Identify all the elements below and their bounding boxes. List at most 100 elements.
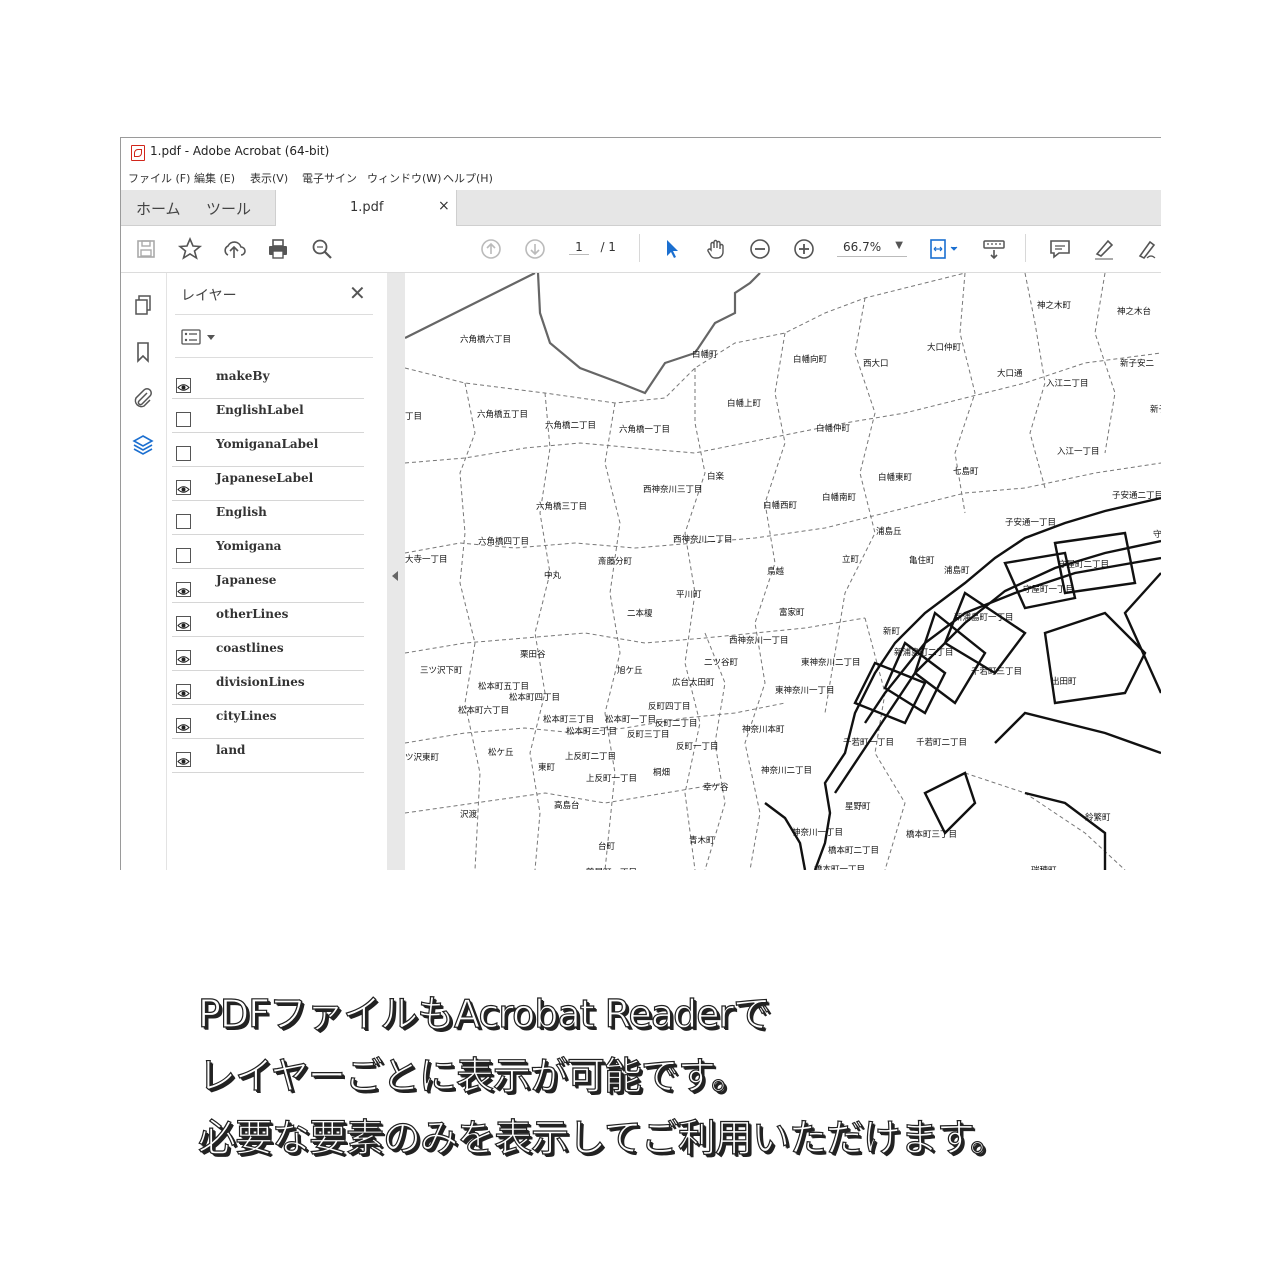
hand-tool-icon[interactable] bbox=[703, 236, 729, 262]
map-place-label: 子安通一丁目 bbox=[1005, 518, 1057, 528]
tab-close-icon[interactable]: × bbox=[438, 198, 450, 214]
panel-divider bbox=[175, 314, 373, 315]
menu-file[interactable]: ファイル (F) bbox=[128, 170, 190, 186]
layer-row[interactable]: land bbox=[172, 739, 364, 773]
layer-row[interactable]: Yomigana bbox=[172, 535, 364, 569]
collapse-left-icon[interactable] bbox=[392, 571, 398, 581]
layer-visibility-checkbox[interactable] bbox=[176, 752, 191, 767]
map-place-label: 新子 bbox=[1150, 405, 1161, 415]
menu-help[interactable]: ヘルプ(H) bbox=[443, 170, 493, 186]
save-icon[interactable] bbox=[133, 236, 159, 262]
tab-tools[interactable]: ツール bbox=[206, 198, 251, 219]
prev-page-icon[interactable] bbox=[478, 236, 504, 262]
print-icon[interactable] bbox=[265, 236, 291, 262]
zoom-in-icon[interactable] bbox=[791, 236, 817, 262]
layer-visibility-checkbox[interactable] bbox=[176, 718, 191, 733]
layer-visibility-checkbox[interactable] bbox=[176, 616, 191, 631]
layer-name: land bbox=[216, 743, 246, 757]
zoom-select[interactable]: 66.7% ▼ bbox=[837, 240, 907, 257]
tab-bar: ホーム ツール 1.pdf × bbox=[121, 190, 1161, 226]
layer-visibility-checkbox[interactable] bbox=[176, 446, 191, 461]
map-place-label: 松本町六丁目 bbox=[458, 706, 510, 716]
map-place-label: 上反町一丁目 bbox=[586, 774, 638, 784]
page-indicator: 1 / 1 bbox=[569, 240, 616, 255]
select-cursor-icon[interactable] bbox=[659, 236, 685, 262]
title-bar: 1.pdf - Adobe Acrobat (64-bit) bbox=[121, 138, 1161, 166]
map-place-label: 鈴繁町 bbox=[1085, 813, 1111, 823]
eye-icon bbox=[177, 588, 190, 595]
map-place-label: 白幡東町 bbox=[878, 473, 913, 483]
layer-name: cityLines bbox=[216, 709, 277, 723]
star-icon[interactable] bbox=[177, 236, 203, 262]
bookmark-icon[interactable] bbox=[131, 340, 155, 364]
layer-row[interactable]: JapaneseLabel bbox=[172, 467, 364, 501]
window-title: 1.pdf - Adobe Acrobat (64-bit) bbox=[150, 144, 330, 158]
map-place-label: 立町 bbox=[842, 555, 860, 565]
layer-visibility-checkbox[interactable] bbox=[176, 650, 191, 665]
layer-row[interactable]: YomiganaLabel bbox=[172, 433, 364, 467]
layers-icon[interactable] bbox=[131, 433, 155, 457]
layer-visibility-checkbox[interactable] bbox=[176, 684, 191, 699]
zoom-out-icon[interactable] bbox=[747, 236, 773, 262]
map-place-label: 白幡西町 bbox=[763, 501, 798, 511]
map-place-label: 白幡南町 bbox=[822, 493, 857, 503]
layer-visibility-checkbox[interactable] bbox=[176, 514, 191, 529]
map-place-label: 新子安二 bbox=[1120, 359, 1155, 369]
attachment-icon[interactable] bbox=[131, 386, 155, 410]
layer-row[interactable]: makeBy bbox=[172, 365, 364, 399]
map-place-label: 松本町二丁目 bbox=[566, 727, 618, 737]
layer-row[interactable]: English bbox=[172, 501, 364, 535]
map-place-label: 松本町四丁目 bbox=[509, 693, 561, 703]
map-place-label: 守屋町一丁目 bbox=[1023, 585, 1075, 595]
comment-icon[interactable] bbox=[1047, 236, 1073, 262]
layer-visibility-checkbox[interactable] bbox=[176, 480, 191, 495]
layer-visibility-checkbox[interactable] bbox=[176, 378, 191, 393]
menu-window[interactable]: ウィンドウ(W) bbox=[367, 170, 441, 186]
layer-visibility-checkbox[interactable] bbox=[176, 548, 191, 563]
map-place-label: 六角橋一丁目 bbox=[619, 425, 671, 435]
page-thumbnails-icon[interactable] bbox=[131, 293, 155, 317]
layer-row[interactable]: cityLines bbox=[172, 705, 364, 739]
layer-visibility-checkbox[interactable] bbox=[176, 582, 191, 597]
search-icon[interactable] bbox=[309, 236, 335, 262]
pdf-map-view[interactable]: 六角橋六丁目 白幡町 白幡向町 西大口 大口仲町 神之木町 神之木台 新子安二 大口通 入江二丁目… bbox=[405, 273, 1161, 870]
layer-options-icon[interactable] bbox=[181, 327, 221, 347]
scroll-mode-icon[interactable] bbox=[981, 236, 1007, 262]
close-icon[interactable]: ✕ bbox=[349, 281, 366, 305]
map-place-label: 七島町 bbox=[953, 467, 979, 477]
menu-esign[interactable]: 電子サイン bbox=[302, 170, 357, 186]
eye-icon bbox=[177, 690, 190, 697]
menu-view[interactable]: 表示(V) bbox=[250, 170, 288, 186]
map-place-label: 白幡上町 bbox=[727, 399, 762, 409]
map-place-label: 栗田谷 bbox=[520, 650, 546, 660]
city-lines bbox=[405, 273, 761, 395]
eye-icon bbox=[177, 758, 190, 765]
panel-collapse-handle[interactable] bbox=[387, 273, 405, 870]
eye-icon bbox=[177, 486, 190, 493]
layer-row[interactable]: EnglishLabel bbox=[172, 399, 364, 433]
layer-row[interactable]: divisionLines bbox=[172, 671, 364, 705]
map-place-label: 旭ケ丘 bbox=[617, 666, 643, 676]
map-place-label: 星野町 bbox=[845, 802, 871, 812]
fit-page-icon[interactable] bbox=[927, 236, 963, 262]
sign-pen-icon[interactable] bbox=[1135, 236, 1161, 262]
map-place-label: 丁目 bbox=[405, 412, 423, 422]
layer-visibility-checkbox[interactable] bbox=[176, 412, 191, 427]
map-place-label: 大口仲町 bbox=[927, 343, 962, 353]
layer-row[interactable]: coastlines bbox=[172, 637, 364, 671]
next-page-icon[interactable] bbox=[522, 236, 548, 262]
map-place-label: 三ツ沢下町 bbox=[420, 666, 463, 676]
highlight-pen-icon[interactable] bbox=[1091, 236, 1117, 262]
map-place-label: 守屋町二丁目 bbox=[1058, 560, 1110, 570]
map-place-label: 東神奈川二丁目 bbox=[801, 658, 861, 668]
layer-row[interactable]: otherLines bbox=[172, 603, 364, 637]
menu-edit[interactable]: 編集 (E) bbox=[194, 170, 235, 186]
page-number-input[interactable]: 1 bbox=[569, 240, 589, 255]
tab-home[interactable]: ホーム bbox=[136, 198, 181, 219]
map-place-label: 六角橋五丁目 bbox=[477, 410, 529, 420]
layer-name: Yomigana bbox=[216, 539, 282, 553]
layer-row[interactable]: Japanese bbox=[172, 569, 364, 603]
map-place-label: 六角橋六丁目 bbox=[460, 335, 512, 345]
cloud-upload-icon[interactable] bbox=[221, 236, 247, 262]
tab-document[interactable]: 1.pdf × bbox=[275, 190, 457, 226]
